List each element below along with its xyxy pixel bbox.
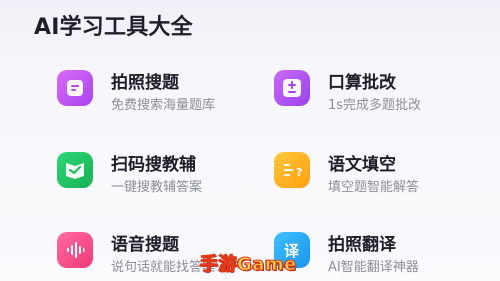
tool-name: 拍照搜题	[111, 73, 179, 93]
tool-desc: AI智能翻译神器	[328, 260, 419, 275]
tool-desc: 一键搜教辅答案	[111, 180, 203, 195]
fill-blank-icon: ?	[274, 152, 310, 188]
tool-scan-book[interactable]: 扫码搜教辅 一键搜教辅答案	[57, 150, 267, 196]
tool-photo-translate[interactable]: 译 拍照翻译 AI智能翻译神器	[274, 230, 484, 276]
svg-text:?: ?	[296, 166, 302, 179]
tool-name: 语音搜题	[111, 235, 179, 255]
tool-name: 语文填空	[328, 155, 396, 175]
watermark-logo: 手游Game	[200, 254, 297, 276]
tool-name: 口算批改	[328, 73, 396, 93]
tool-name: 拍照翻译	[328, 235, 396, 255]
page-title: AI学习工具大全	[34, 15, 193, 40]
tool-desc: 1s完成多题批改	[328, 98, 422, 113]
voice-wave-icon	[57, 232, 93, 268]
tool-name: 扫码搜教辅	[111, 155, 196, 175]
scan-book-icon	[57, 152, 93, 188]
tool-photo-search[interactable]: 拍照搜题 免费搜索海量题库	[57, 68, 267, 114]
tool-oral-check[interactable]: 口算批改 1s完成多题批改	[274, 68, 484, 114]
photo-search-icon	[57, 70, 93, 106]
tool-desc: 填空题智能解答	[328, 180, 420, 195]
tool-chinese-fill[interactable]: ? 语文填空 填空题智能解答	[274, 150, 484, 196]
tool-desc: 免费搜索海量题库	[111, 98, 216, 113]
ai-tools-panel: AI学习工具大全 拍照搜题 免费搜索海量题库 口算批改 1s完成多题批改 扫码搜…	[0, 0, 500, 281]
calculator-icon	[274, 70, 310, 106]
